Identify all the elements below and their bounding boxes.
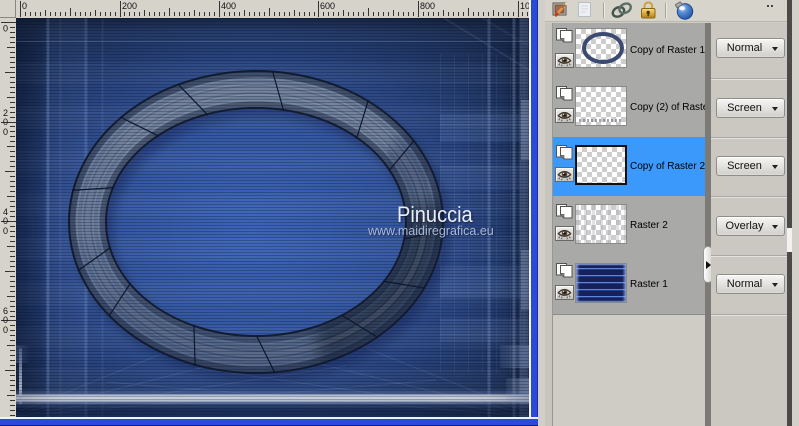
svg-text:1000: 1000 [520,1,529,11]
svg-text:0: 0 [3,226,8,236]
svg-text:0: 0 [3,24,8,34]
svg-text:0: 0 [3,117,8,127]
svg-text:400: 400 [221,1,236,11]
svg-text:0: 0 [3,216,8,226]
svg-text:600: 600 [320,1,335,11]
svg-text:0: 0 [3,127,8,137]
svg-text:0: 0 [3,315,8,325]
svg-text:800: 800 [420,1,435,11]
svg-text:200: 200 [122,1,137,11]
svg-text:0: 0 [3,325,8,335]
svg-text:0: 0 [22,1,27,11]
